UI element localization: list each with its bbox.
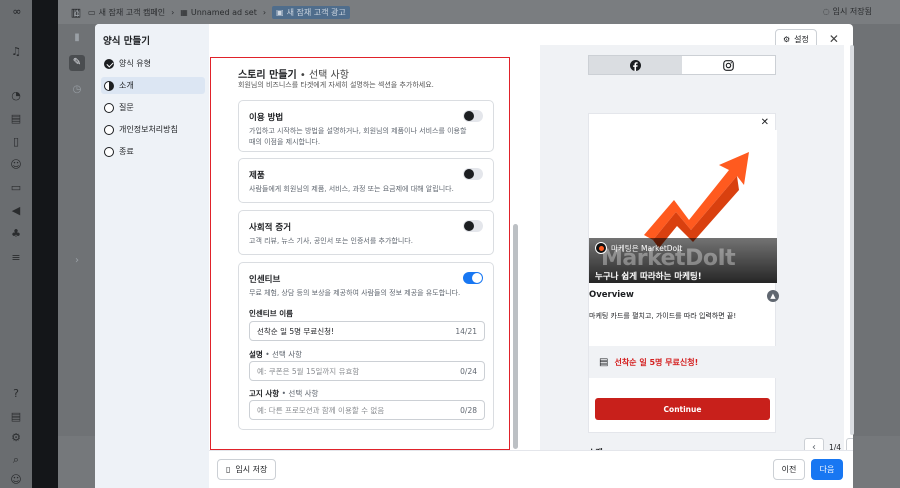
meta-logo-icon[interactable]: ∞ — [8, 6, 26, 18]
menu-icon[interactable]: ≡ — [10, 252, 22, 264]
app-dark-rail: ⌂ ▮ ✎ ◷ › — [32, 0, 85, 488]
notice-input[interactable]: 예: 다른 프로모션과 함께 이용할 수 없음 0/28 — [249, 400, 485, 420]
pages-icon[interactable]: ▯ — [10, 136, 22, 148]
overview-title: Overview — [589, 290, 634, 300]
card-incentive: 인센티브 무료 체험, 상담 등의 보상을 제공하여 사람들의 정보 제공을 유… — [238, 262, 494, 430]
step-privacy[interactable]: 개인정보처리방침 — [101, 121, 205, 138]
step-intro[interactable]: 소개 — [101, 77, 205, 94]
card-products: 제품 사람들에게 회원님의 제품, 서비스, 과정 또는 요금제에 대해 알립니… — [238, 158, 494, 203]
brand-logo-icon — [595, 242, 607, 254]
breadcrumb-ad[interactable]: ▣ 새 잠재 고객 광고 — [272, 6, 350, 19]
save-status: ◌ 임시 저장됨 — [822, 7, 872, 16]
platform-tabs — [588, 55, 776, 75]
continue-button[interactable]: Continue — [595, 398, 770, 420]
bell-icon[interactable]: ♫ — [10, 46, 22, 58]
breadcrumb: ▥ ▭ 새 잠재 고객 캠페인 › ▦ Unnamed ad set › ▣ 새… — [70, 6, 350, 19]
folder-icon: ▭ — [88, 8, 96, 17]
steps-sidebar: 양식 만들기 양식 유형 소개 질문 개인정보처리방침 종료 — [95, 24, 209, 488]
save-draft-button[interactable]: ▯ 임시 저장 — [217, 459, 277, 480]
products-toggle[interactable] — [463, 168, 483, 180]
app-left-rail: ∞ ♫ ◔ ▤ ▯ ☺ ▭ ◀ ♣ ≡ ? ▤ ⚙ ⌕ ☺ — [0, 0, 32, 488]
ad-hero-image: MarketDoIt 마케팅은 MarketDoIt 누구나 쉽게 따라하는 마… — [589, 130, 777, 283]
gear-icon: ⚙ — [783, 34, 791, 44]
description-label: 설명 • 선택 사항 — [249, 350, 302, 359]
section-description: 회원님의 비즈니스를 타겟에게 자세히 설명하는 섹션을 추가하세요. — [238, 81, 434, 89]
history-icon[interactable]: ◷ — [71, 84, 83, 96]
tab-instagram[interactable] — [682, 56, 775, 74]
step-form-type[interactable]: 양식 유형 — [101, 55, 205, 72]
description-input[interactable]: 예: 쿠폰은 5월 15일까지 유효함 0/24 — [249, 361, 485, 381]
step-end[interactable]: 종료 — [101, 143, 205, 160]
preview-scrollbar[interactable] — [850, 45, 854, 435]
close-icon[interactable]: ✕ — [761, 117, 769, 128]
modal-footer: ▯ 임시 저장 이전 다음 — [209, 450, 853, 488]
gift-card-icon: ▤ — [599, 356, 609, 368]
ad-tagline: 누구나 쉽게 따라하는 마케팅! — [595, 272, 702, 282]
incentive-name-label: 인센티브 이름 — [249, 309, 294, 318]
ad-icon: ▣ — [276, 8, 284, 17]
search-icon[interactable]: ⌕ — [10, 454, 22, 466]
step-done-icon — [104, 58, 114, 69]
social-proof-toggle[interactable] — [463, 220, 483, 232]
dashboard-icon[interactable]: ◔ — [10, 90, 22, 102]
notice-label: 고지 사항 • 선택 사항 — [249, 389, 319, 398]
chevron-right-icon: › — [262, 8, 267, 17]
expand-icon[interactable]: › — [71, 255, 83, 267]
incentive-banner: ▤ 선착순 일 5명 무료신청! — [589, 346, 777, 378]
ad-preview-card: ✕ MarketDoIt 마케팅은 MarketDoIt 누구나 쉽게 따라하는… — [588, 113, 779, 433]
overview-description: 마케팅 카드를 펼치고, 가이드를 따라 입력하면 끝! — [589, 312, 737, 320]
card-how-to: 이용 방법 가입하고 시작하는 방법을 설명하거나, 회원님의 제품이나 서비스… — [238, 100, 494, 152]
megaphone-icon[interactable]: ◀ — [10, 205, 22, 217]
edit-icon[interactable]: ✎ — [69, 55, 85, 71]
facebook-icon — [630, 59, 641, 71]
chart-icon[interactable]: ▮ — [71, 32, 83, 44]
billing-icon[interactable]: ▭ — [10, 182, 22, 194]
table-icon[interactable]: ▤ — [10, 113, 22, 125]
step-questions[interactable]: 질문 — [101, 99, 205, 116]
group-icon[interactable]: ♣ — [10, 228, 22, 240]
previous-button[interactable]: 이전 — [773, 459, 805, 480]
incentive-name-input[interactable]: 선착순 일 5명 무료신청! 14/21 — [249, 321, 485, 341]
next-button[interactable]: 다음 — [811, 459, 843, 480]
story-section-panel: 스토리 만들기 • 선택 사항 회원님의 비즈니스를 타겟에게 자세히 설명하는… — [210, 57, 510, 450]
step-active-icon — [104, 80, 114, 91]
form-scrollbar[interactable] — [513, 224, 518, 449]
audience-icon[interactable]: ☺ — [10, 159, 22, 171]
section-title: 스토리 만들기 • 선택 사항 — [238, 70, 349, 81]
chevron-right-icon: › — [171, 8, 175, 17]
tab-facebook[interactable] — [589, 56, 682, 74]
grid-icon: ▦ — [180, 8, 188, 17]
breadcrumb-campaign[interactable]: ▭ 새 잠재 고객 캠페인 — [88, 7, 165, 18]
status-dot-icon: ◌ — [822, 7, 830, 16]
ad-preview-panel: ✕ MarketDoIt 마케팅은 MarketDoIt 누구나 쉽게 따라하는… — [540, 45, 853, 457]
breadcrumb-adset[interactable]: ▦ Unnamed ad set — [180, 8, 257, 17]
settings-icon[interactable]: ⚙ — [10, 432, 22, 444]
ad-brand: 마케팅은 MarketDoIt — [595, 242, 682, 254]
report-icon[interactable]: ▤ — [10, 411, 22, 423]
chevron-up-icon[interactable]: ▲ — [767, 290, 779, 302]
home-icon[interactable]: ⌂ — [71, 8, 83, 20]
card-social-proof: 사회적 증거 고객 리뷰, 뉴스 기사, 공인서 또는 인증서를 추가합니다. — [238, 210, 494, 255]
incentive-toggle[interactable] — [463, 272, 483, 284]
close-icon[interactable]: ✕ — [827, 32, 841, 46]
document-icon: ▯ — [226, 465, 231, 474]
help-icon[interactable]: ? — [10, 388, 22, 400]
instagram-icon — [723, 59, 734, 71]
sidebar-title: 양식 만들기 — [103, 36, 151, 47]
step-todo-icon — [104, 124, 114, 135]
form-builder-modal: 양식 만들기 양식 유형 소개 질문 개인정보처리방침 종료 ⚙ 설정 ✕ 스토… — [95, 24, 853, 488]
app-topbar: ▥ ▭ 새 잠재 고객 캠페인 › ▦ Unnamed ad set › ▣ 새… — [0, 0, 900, 24]
feedback-icon[interactable]: ☺ — [10, 474, 22, 486]
step-todo-icon — [104, 146, 114, 157]
how-to-toggle[interactable] — [463, 110, 483, 122]
step-todo-icon — [104, 102, 114, 113]
